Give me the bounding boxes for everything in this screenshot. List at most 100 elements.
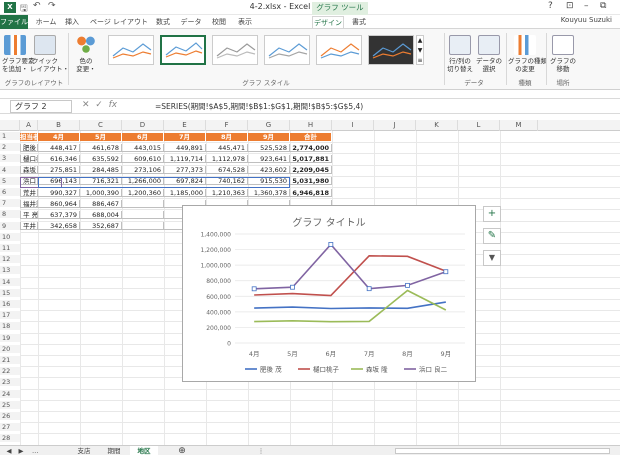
legend-label[interactable]: 肥後 茂 xyxy=(260,365,282,374)
cell[interactable]: 荒井 博文 xyxy=(20,188,38,197)
name-box[interactable]: グラフ 2 xyxy=(10,100,72,113)
move-chart-button[interactable]: グラフの 移動 xyxy=(550,35,576,73)
tab-scroll-left-icon[interactable]: ◀ xyxy=(4,446,14,455)
cell[interactable] xyxy=(122,222,164,231)
selected-point-marker[interactable] xyxy=(366,286,372,292)
row-header[interactable]: 12 xyxy=(0,255,20,264)
cell[interactable]: 1,210,363 xyxy=(206,188,248,197)
chart-style-2[interactable] xyxy=(160,35,206,65)
line-chart[interactable]: グラフ タイトル 0 200,000 400,000 600,000 800,000 1,… xyxy=(182,205,476,382)
tab-page-layout[interactable]: ページ レイアウト xyxy=(88,16,150,28)
cell[interactable]: 277,373 xyxy=(164,166,206,175)
row-header[interactable]: 7 xyxy=(0,199,20,208)
legend-label[interactable]: 樋口桃子 xyxy=(313,365,340,374)
cell[interactable]: 5,017,881 xyxy=(290,154,332,163)
column-header[interactable]: K xyxy=(416,120,458,131)
column-header[interactable]: E xyxy=(164,120,206,131)
cell[interactable]: 915,530 xyxy=(248,177,290,186)
new-sheet-icon[interactable]: ⊕ xyxy=(176,446,188,455)
row-header[interactable]: 16 xyxy=(0,300,20,308)
tab-design[interactable]: デザイン xyxy=(312,16,344,28)
row-header[interactable]: 8 xyxy=(0,210,20,219)
help-icon[interactable]: ? xyxy=(548,1,553,11)
cell[interactable]: 525,528 xyxy=(248,143,290,152)
cell[interactable]: 449,891 xyxy=(164,143,206,152)
cell[interactable]: 9月 xyxy=(248,132,290,141)
cell[interactable]: 443,015 xyxy=(122,143,164,152)
row-header[interactable]: 10 xyxy=(0,232,20,241)
quick-layout-button[interactable]: クイック レイアウト・ xyxy=(30,35,69,73)
cell[interactable]: 342,658 xyxy=(38,222,80,231)
row-header[interactable]: 11 xyxy=(0,244,20,252)
cell[interactable]: 716,321 xyxy=(80,177,122,186)
cell[interactable]: 福井亜利 xyxy=(20,199,38,208)
row-header[interactable]: 26 xyxy=(0,412,20,420)
cell[interactable]: 2,209,045 xyxy=(290,166,332,175)
cell[interactable]: 1,119,714 xyxy=(164,154,206,163)
column-header[interactable]: B xyxy=(38,120,80,131)
switch-row-column-button[interactable]: 行/列の 切り替え xyxy=(446,35,474,73)
tab-format[interactable]: 書式 xyxy=(348,16,370,28)
cell[interactable]: 合計 xyxy=(290,132,332,141)
add-chart-element-button[interactable]: グラフ要素 を追加・ xyxy=(2,35,35,73)
chart-style-3[interactable] xyxy=(212,35,258,65)
cell[interactable]: 樋口桃子 xyxy=(20,154,38,163)
ribbon-display-icon[interactable]: ⊡ xyxy=(566,1,574,11)
column-header[interactable]: H xyxy=(290,120,332,131)
row-header[interactable]: 2 xyxy=(0,143,20,152)
row-header[interactable]: 18 xyxy=(0,322,20,331)
cell[interactable]: 284,485 xyxy=(80,166,122,175)
cell[interactable] xyxy=(122,210,164,219)
chart-style-1[interactable] xyxy=(108,35,154,65)
select-all[interactable] xyxy=(0,120,20,131)
cell[interactable]: 990,327 xyxy=(38,188,80,197)
tab-scroll-right-icon[interactable]: ▶ xyxy=(16,446,26,455)
change-chart-type-button[interactable]: グラフの種類 の変更 xyxy=(508,35,547,73)
cell[interactable]: 275,851 xyxy=(38,166,80,175)
row-header[interactable]: 4 xyxy=(0,165,20,174)
cell[interactable]: 浜口 良二 xyxy=(20,177,38,186)
cell[interactable]: 1,360,378 xyxy=(248,188,290,197)
cell[interactable]: 616,346 xyxy=(38,154,80,163)
row-header[interactable]: 9 xyxy=(0,221,20,230)
cell[interactable]: 肥後 茂 xyxy=(20,143,38,152)
redo-icon[interactable]: ↷ xyxy=(48,1,56,11)
cell[interactable]: 2,774,000 xyxy=(290,143,332,152)
cell[interactable]: 696,143 xyxy=(38,177,80,186)
row-header[interactable]: 27 xyxy=(0,423,20,432)
column-header[interactable]: G xyxy=(248,120,290,131)
tab-insert[interactable]: 挿入 xyxy=(62,16,82,28)
column-header[interactable]: L xyxy=(458,120,500,131)
sheet-tab-period[interactable]: 期間 xyxy=(100,446,128,455)
row-header[interactable]: 21 xyxy=(0,356,20,364)
cell[interactable]: 1,112,978 xyxy=(206,154,248,163)
selected-point-marker[interactable] xyxy=(443,269,449,275)
column-header[interactable]: C xyxy=(80,120,122,131)
selected-point-marker[interactable] xyxy=(328,242,334,247)
cell[interactable]: 平 亮昭 xyxy=(20,210,38,219)
row-header[interactable]: 24 xyxy=(0,389,20,398)
selected-point-marker[interactable] xyxy=(251,286,257,292)
column-header[interactable]: A xyxy=(20,120,38,131)
cell[interactable]: 448,417 xyxy=(38,143,80,152)
cell[interactable]: 5,031,980 xyxy=(290,177,332,186)
restore-icon[interactable]: ⧉ xyxy=(600,1,606,11)
cancel-icon[interactable]: ✕ xyxy=(82,100,90,110)
cell[interactable]: 1,185,000 xyxy=(164,188,206,197)
cell[interactable]: 635,592 xyxy=(80,154,122,163)
tab-review[interactable]: 校閲 xyxy=(208,16,230,28)
row-header[interactable]: 1 xyxy=(0,132,20,140)
row-header[interactable]: 19 xyxy=(0,333,20,342)
tab-data[interactable]: データ xyxy=(178,16,204,28)
cell[interactable]: 352,687 xyxy=(80,222,122,231)
row-header[interactable]: 22 xyxy=(0,367,20,376)
legend-label[interactable]: 森坂 隆 xyxy=(366,365,388,374)
row-header[interactable]: 25 xyxy=(0,400,20,409)
undo-icon[interactable]: ↶ xyxy=(33,1,41,11)
formula-input[interactable]: =SERIES(期間!$A$5,期間!$B$1:$G$1,期間!$B$5:$G$… xyxy=(155,101,363,112)
cell[interactable]: 6,946,818 xyxy=(290,188,332,197)
sheet-tab-branch[interactable]: 支店 xyxy=(70,446,98,455)
row-header[interactable]: 13 xyxy=(0,266,20,275)
series-line[interactable] xyxy=(254,255,447,297)
series-line[interactable] xyxy=(254,243,447,290)
